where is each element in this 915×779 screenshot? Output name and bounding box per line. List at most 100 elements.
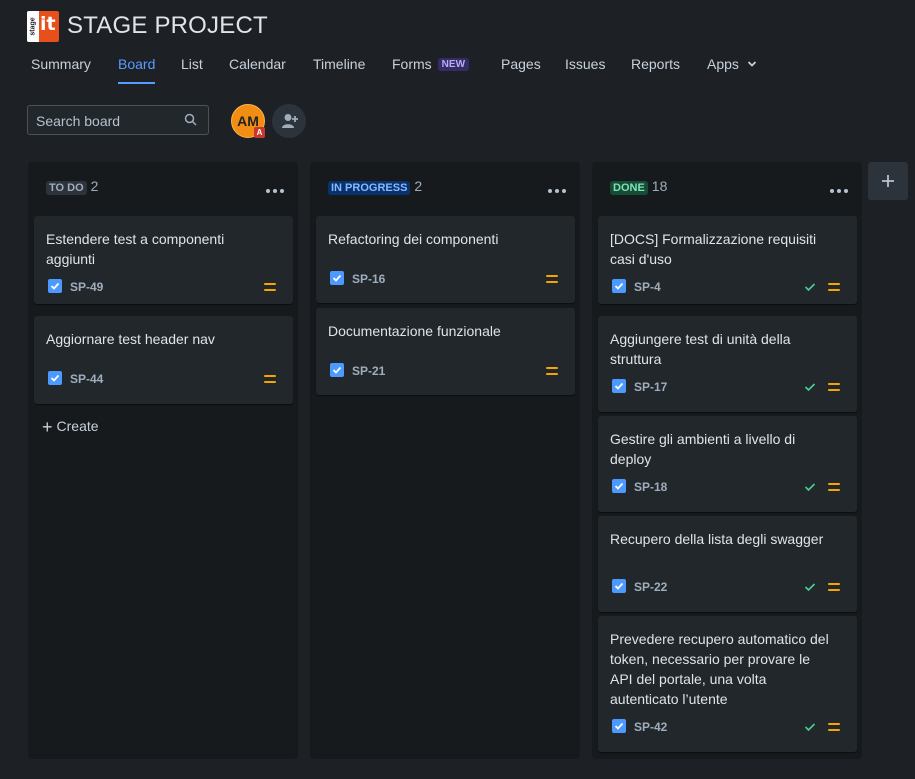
issue-key[interactable]: SP-21 [352,364,385,378]
avatar[interactable]: AM A [231,104,265,138]
tab-board[interactable]: Board [118,56,156,84]
add-column-button[interactable] [868,162,908,200]
create-issue-button[interactable]: + Create [42,417,99,438]
card-footer: SP-4 [612,279,848,295]
task-type-icon [612,719,626,733]
card-title: Documentazione funzionale [328,323,501,339]
column-more-icon[interactable] [827,180,848,198]
column-status-lozenge: IN PROGRESS [328,181,411,195]
priority-medium-icon [264,375,276,383]
card-title: Aggiungere test di unità della struttura [610,331,791,367]
priority-medium-icon [828,383,840,391]
card-title: Gestire gli ambienti a livello di deploy [610,431,796,467]
issue-key[interactable]: SP-42 [634,720,667,734]
logo-stage-text: stage [29,17,37,36]
logo-it-text: it [40,13,56,35]
new-badge: NEW [437,58,470,71]
chevron-down-icon [747,61,756,67]
task-type-icon [48,371,62,385]
card-title: Refactoring dei componenti [328,231,499,247]
done-check-icon [804,483,816,492]
card-title: Recupero della lista degli swagger [610,531,824,547]
task-type-icon [612,479,626,493]
column-more-icon[interactable] [263,180,284,198]
card-footer: SP-16 [330,271,566,287]
project-logo[interactable]: stage it [27,11,59,42]
tab-timeline[interactable]: Timeline [313,56,365,82]
tab-calendar[interactable]: Calendar [229,56,286,82]
priority-medium-icon [828,483,840,491]
create-label: Create [56,418,99,434]
search-input[interactable] [28,106,188,136]
done-check-icon [804,383,816,392]
card-footer: SP-42 [612,719,848,735]
card-footer: SP-44 [48,371,284,387]
task-type-icon [612,279,626,293]
tab-forms[interactable]: Forms NEW [392,56,470,82]
card-title: [DOCS] Formalizzazione requisiti casi d'… [610,231,817,267]
done-check-icon [804,723,816,732]
issue-key[interactable]: SP-17 [634,380,667,394]
issue-card[interactable]: [DOCS] Formalizzazione requisiti casi d'… [598,216,857,304]
tab-issues[interactable]: Issues [565,56,605,82]
card-title: Estendere test a componenti aggiunti [46,231,225,267]
issue-key[interactable]: SP-49 [70,280,103,294]
issue-key[interactable]: SP-18 [634,480,667,494]
column-header: DONE 18 [610,178,668,195]
issue-key[interactable]: SP-16 [352,272,385,286]
plus-icon: + [42,417,53,437]
column-in-progress: IN PROGRESS 2 Refactoring dei componenti … [310,162,580,759]
column-status-lozenge: DONE [610,181,648,195]
card-title: Prevedere recupero automatico del token,… [610,631,829,707]
tab-pages[interactable]: Pages [501,56,541,82]
issue-key[interactable]: SP-44 [70,372,103,386]
search-icon [184,113,197,126]
priority-medium-icon [264,283,276,291]
card-footer: SP-49 [48,279,284,295]
task-type-icon [48,279,62,293]
avatar-app-badge: A [254,127,265,138]
plus-icon [882,175,894,187]
issue-card[interactable]: Gestire gli ambienti a livello di deploy… [598,416,857,512]
task-type-icon [330,363,344,377]
column-header: IN PROGRESS 2 [328,178,423,195]
tab-apps[interactable]: Apps [707,56,757,82]
priority-medium-icon [828,723,840,731]
tab-list[interactable]: List [181,56,203,82]
priority-medium-icon [546,367,558,375]
done-check-icon [804,283,816,292]
tab-reports[interactable]: Reports [631,56,680,82]
task-type-icon [330,271,344,285]
column-more-icon[interactable] [545,180,566,198]
add-people-button[interactable] [272,104,306,138]
issue-card[interactable]: Aggiungere test di unità della struttura… [598,316,857,412]
card-footer: SP-18 [612,479,848,495]
issue-card[interactable]: Documentazione funzionale SP-21 [316,308,575,395]
search-board-field[interactable] [27,105,209,136]
issue-card[interactable]: Estendere test a componenti aggiunti SP-… [34,216,293,304]
card-footer: SP-21 [330,363,566,379]
issue-card[interactable]: Aggiornare test header nav SP-44 [34,316,293,404]
card-footer: SP-17 [612,379,848,395]
bottom-scroll-area [0,759,915,779]
done-check-icon [804,583,816,592]
column-count: 18 [651,178,668,194]
tab-summary[interactable]: Summary [31,56,91,82]
column-status-lozenge: TO DO [46,181,87,195]
issue-key[interactable]: SP-22 [634,580,667,594]
priority-medium-icon [828,583,840,591]
tab-forms-label: Forms [392,56,432,72]
issue-card[interactable]: Refactoring dei componenti SP-16 [316,216,575,303]
issue-card[interactable]: Recupero della lista degli swagger SP-22 [598,516,857,612]
tab-apps-label: Apps [707,56,739,72]
priority-medium-icon [828,283,840,291]
column-count: 2 [414,178,423,194]
column-done: DONE 18 [DOCS] Formalizzazione requisiti … [592,162,862,759]
column-count: 2 [90,178,99,194]
task-type-icon [612,579,626,593]
column-header: TO DO 2 [46,178,99,195]
column-todo: TO DO 2 Estendere test a componenti aggiu… [28,162,298,759]
project-title: STAGE PROJECT [67,12,268,39]
issue-card[interactable]: Prevedere recupero automatico del token,… [598,616,857,752]
issue-key[interactable]: SP-4 [634,280,661,294]
